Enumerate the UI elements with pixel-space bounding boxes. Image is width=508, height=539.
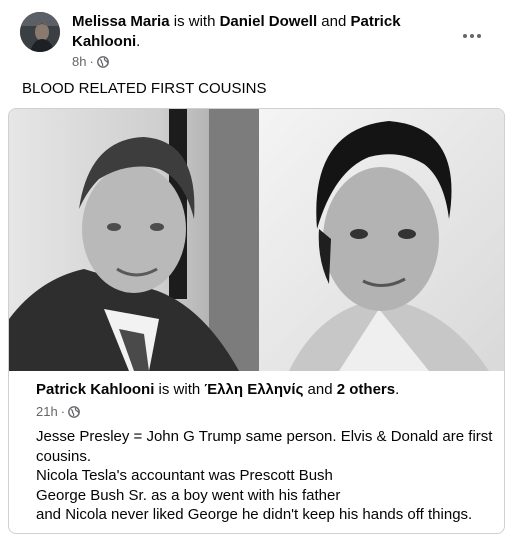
post-meta: 8h ·	[72, 54, 109, 69]
shared-with-text: is with	[158, 381, 201, 398]
photo-right[interactable]	[259, 109, 504, 371]
shared-text-line: George Bush Sr. as a boy went with his f…	[36, 486, 341, 504]
shared-others-link[interactable]: 2 others	[337, 381, 395, 398]
post-header: Melissa Maria is with Daniel Dowell and …	[20, 12, 490, 72]
avatar-image	[20, 12, 60, 52]
shared-and-text: and	[307, 381, 333, 398]
shared-meta: 21h ·	[36, 404, 80, 419]
globe-icon[interactable]	[68, 405, 80, 418]
shared-photos	[9, 109, 504, 371]
photo-right-image	[259, 109, 504, 371]
shared-text-line: Nicola Tesla's accountant was Prescott B…	[36, 467, 333, 484]
shared-post[interactable]: Patrick Kahlooni is with Έλλη Ελληνίς an…	[8, 108, 505, 534]
shared-author-name[interactable]: Patrick Kahlooni	[36, 381, 154, 398]
post-text: BLOOD RELATED FIRST COUSINS	[22, 80, 267, 97]
author-line: Melissa Maria is with Daniel Dowell and …	[72, 12, 442, 52]
shared-period-text: .	[395, 381, 400, 398]
author-avatar[interactable]	[20, 12, 60, 52]
shared-text: Jesse Presley = John G Trump same person…	[36, 427, 498, 525]
shared-meta-separator: ·	[60, 404, 66, 419]
shared-text-line: and Nicola never liked George he didn't …	[36, 506, 473, 523]
more-options-icon	[463, 34, 481, 38]
shared-text-line: Jesse Presley = John G Trump same person…	[36, 428, 493, 465]
with-text: is with	[173, 13, 216, 30]
shared-timestamp[interactable]: 21h	[36, 404, 58, 419]
more-options-button[interactable]	[454, 18, 490, 54]
author-name[interactable]: Melissa Maria	[72, 13, 170, 30]
period-text: .	[136, 33, 141, 50]
meta-separator: ·	[89, 54, 94, 69]
post-timestamp[interactable]: 8h	[72, 54, 86, 69]
photo-left-image	[9, 109, 259, 371]
shared-body: Patrick Kahlooni is with Έλλη Ελληνίς an…	[9, 371, 504, 533]
feed-post: Melissa Maria is with Daniel Dowell and …	[0, 0, 508, 539]
shared-author-line: Patrick Kahlooni is with Έλλη Ελληνίς an…	[36, 380, 399, 400]
shared-tagged-person[interactable]: Έλλη Ελληνίς	[204, 381, 303, 398]
photo-left[interactable]	[9, 109, 259, 371]
tagged-person-1[interactable]: Daniel Dowell	[220, 13, 318, 30]
and-text: and	[321, 13, 347, 30]
globe-icon[interactable]	[96, 55, 109, 68]
